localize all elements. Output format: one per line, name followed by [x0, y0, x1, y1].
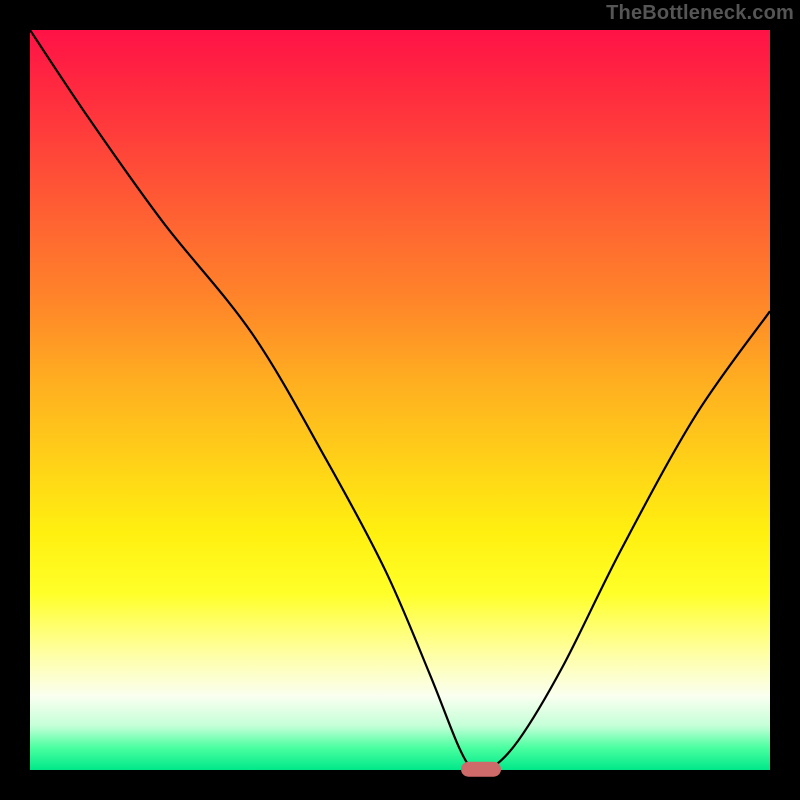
- chart-frame: TheBottleneck.com: [0, 0, 800, 800]
- bottleneck-curve: [30, 30, 770, 770]
- watermark-text: TheBottleneck.com: [606, 2, 794, 25]
- optimal-marker: [461, 762, 501, 777]
- plot-area: [30, 30, 770, 770]
- curve-path: [30, 30, 770, 770]
